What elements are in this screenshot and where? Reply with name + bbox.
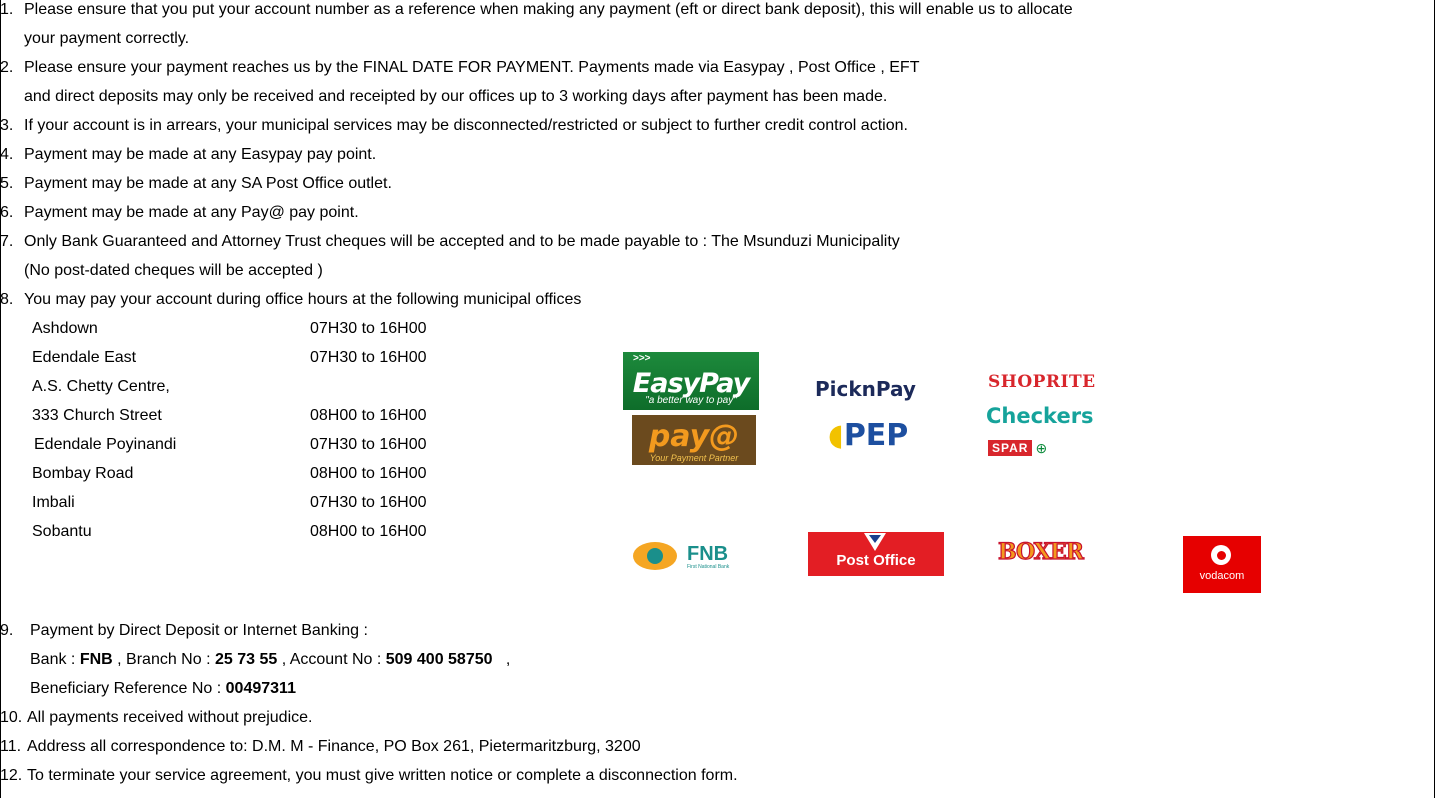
vodacom-logo: vodacom: [1183, 536, 1261, 593]
checkers-logo: Checkers: [986, 404, 1094, 428]
item-text: Only Bank Guaranteed and Attorney Trust …: [24, 233, 900, 250]
item-text: Please ensure that you put your account …: [24, 1, 1073, 18]
office-hours: 08H00 to 16H00: [310, 465, 427, 482]
item-9: 9. Payment by Direct Deposit or Internet…: [0, 621, 368, 641]
postoffice-emblem-icon: [864, 533, 886, 551]
item-number: 9.: [0, 622, 14, 639]
office-name: 333 Church Street: [32, 407, 162, 424]
bank-details: Bank : FNB , Branch No : 25 73 55 , Acco…: [30, 650, 510, 670]
shoprite-logo: SHOPRITE: [988, 372, 1096, 392]
item-text: Payment may be made at any SA Post Offic…: [24, 175, 392, 192]
office-hours: 08H00 to 16H00: [310, 407, 427, 424]
office-hours: 07H30 to 16H00: [310, 349, 427, 366]
item-8: 8. You may pay your account during offic…: [0, 290, 581, 310]
pep-logo: ◖PEP: [828, 418, 908, 453]
item-number: 7.: [0, 233, 14, 250]
item-text: To terminate your service agreement, you…: [27, 767, 738, 784]
fnb-tree-icon: [633, 542, 677, 570]
payat-wordmark: pay@: [648, 419, 740, 454]
office-hours: 07H30 to 16H00: [310, 436, 427, 453]
item-text: If your account is in arrears, your muni…: [24, 117, 908, 134]
office-name: Imbali: [32, 494, 75, 511]
bank-value: FNB: [79, 651, 113, 668]
pep-wordmark: PEP: [843, 418, 909, 453]
office-name: Edendale East: [32, 349, 137, 366]
item-text: Please ensure your payment reaches us by…: [24, 59, 920, 76]
item-number: 1.: [0, 1, 14, 18]
office-name: Ashdown: [32, 320, 98, 337]
item-11: 11. Address all correspondence to: D.M. …: [0, 737, 641, 757]
payat-tagline: Your Payment Partner: [649, 453, 739, 463]
fnb-subtitle: First National Bank: [687, 564, 730, 570]
office-name: Edendale Poyinandi: [34, 436, 177, 453]
item-number: 8.: [0, 291, 14, 308]
item-2-cont: and direct deposits may only be received…: [24, 88, 888, 105]
item-text: Address all correspondence to: D.M. M - …: [27, 738, 641, 755]
fnb-logo: FNB First National Bank: [633, 540, 751, 572]
beneficiary-value: 00497311: [225, 680, 296, 697]
boxer-logo: BOXER: [997, 538, 1084, 565]
item-7: 7. Only Bank Guaranteed and Attorney Tru…: [0, 232, 900, 252]
item-text: Payment may be made at any Pay@ pay poin…: [24, 204, 359, 221]
postoffice-logo: Post Office: [808, 532, 944, 576]
account-label: , Account No :: [277, 651, 386, 668]
pep-sun-icon: ◖: [828, 418, 844, 453]
bank-label: Bank :: [30, 651, 80, 668]
picknpay-logo: PicknPay: [815, 377, 916, 401]
spar-logo: SPAR ⊕: [988, 440, 1047, 456]
vodacom-wordmark: vodacom: [1199, 570, 1245, 582]
easypay-chevrons: >>>: [633, 353, 651, 364]
branch-label: , Branch No :: [112, 651, 215, 668]
office-hours: 08H00 to 16H00: [310, 523, 427, 540]
item-number: 2.: [0, 59, 14, 76]
fnb-wordmark: FNB: [687, 543, 729, 565]
office-name: A.S. Chetty Centre,: [32, 378, 170, 395]
payat-logo: pay@ Your Payment Partner: [632, 415, 756, 465]
item-3: 3. If your account is in arrears, your m…: [0, 116, 908, 136]
item-7-cont: (No post-dated cheques will be accepted …: [24, 262, 323, 279]
easypay-tagline: "a better way to pay": [645, 395, 737, 406]
item-2: 2. Please ensure your payment reaches us…: [0, 58, 919, 78]
item-text: All payments received without prejudice.: [27, 709, 313, 726]
office-name: Sobantu: [32, 523, 92, 540]
item-number: 3.: [0, 117, 14, 134]
spar-tree-icon: ⊕: [1035, 439, 1048, 456]
item-text: You may pay your account during office h…: [24, 291, 582, 308]
spar-wordmark: SPAR: [988, 440, 1033, 456]
office-hours: 07H30 to 16H00: [310, 494, 427, 511]
vodacom-mark-icon: [1211, 545, 1231, 565]
item-4: 4. Payment may be made at any Easypay pa…: [0, 145, 376, 165]
item-1: 1. Please ensure that you put your accou…: [0, 0, 1073, 20]
item-number: 12.: [0, 767, 23, 784]
item-number: 11.: [0, 738, 22, 755]
item-text: Payment may be made at any Easypay pay p…: [24, 146, 377, 163]
office-name: Bombay Road: [32, 465, 134, 482]
branch-value: 25 73 55: [214, 651, 278, 668]
item-number: 10.: [0, 709, 23, 726]
postoffice-wordmark: Post Office: [836, 552, 916, 569]
item-10: 10. All payments received without prejud…: [0, 708, 312, 728]
account-tail: ,: [492, 651, 511, 668]
item-12: 12. To terminate your service agreement,…: [0, 766, 738, 786]
item-number: 6.: [0, 204, 14, 221]
item-6: 6. Payment may be made at any Pay@ pay p…: [0, 203, 359, 223]
item-number: 5.: [0, 175, 14, 192]
item-5: 5. Payment may be made at any SA Post Of…: [0, 174, 392, 194]
office-hours: 07H30 to 16H00: [310, 320, 427, 337]
item-1-cont: your payment correctly.: [24, 30, 190, 47]
beneficiary-label: Beneficiary Reference No :: [30, 680, 226, 697]
item-text: Payment by Direct Deposit or Internet Ba…: [30, 622, 368, 639]
beneficiary-details: Beneficiary Reference No : 00497311: [30, 679, 296, 699]
account-value: 509 400 58750: [385, 651, 493, 668]
easypay-logo: >>> EasyPay "a better way to pay": [623, 352, 759, 410]
item-number: 4.: [0, 146, 14, 163]
